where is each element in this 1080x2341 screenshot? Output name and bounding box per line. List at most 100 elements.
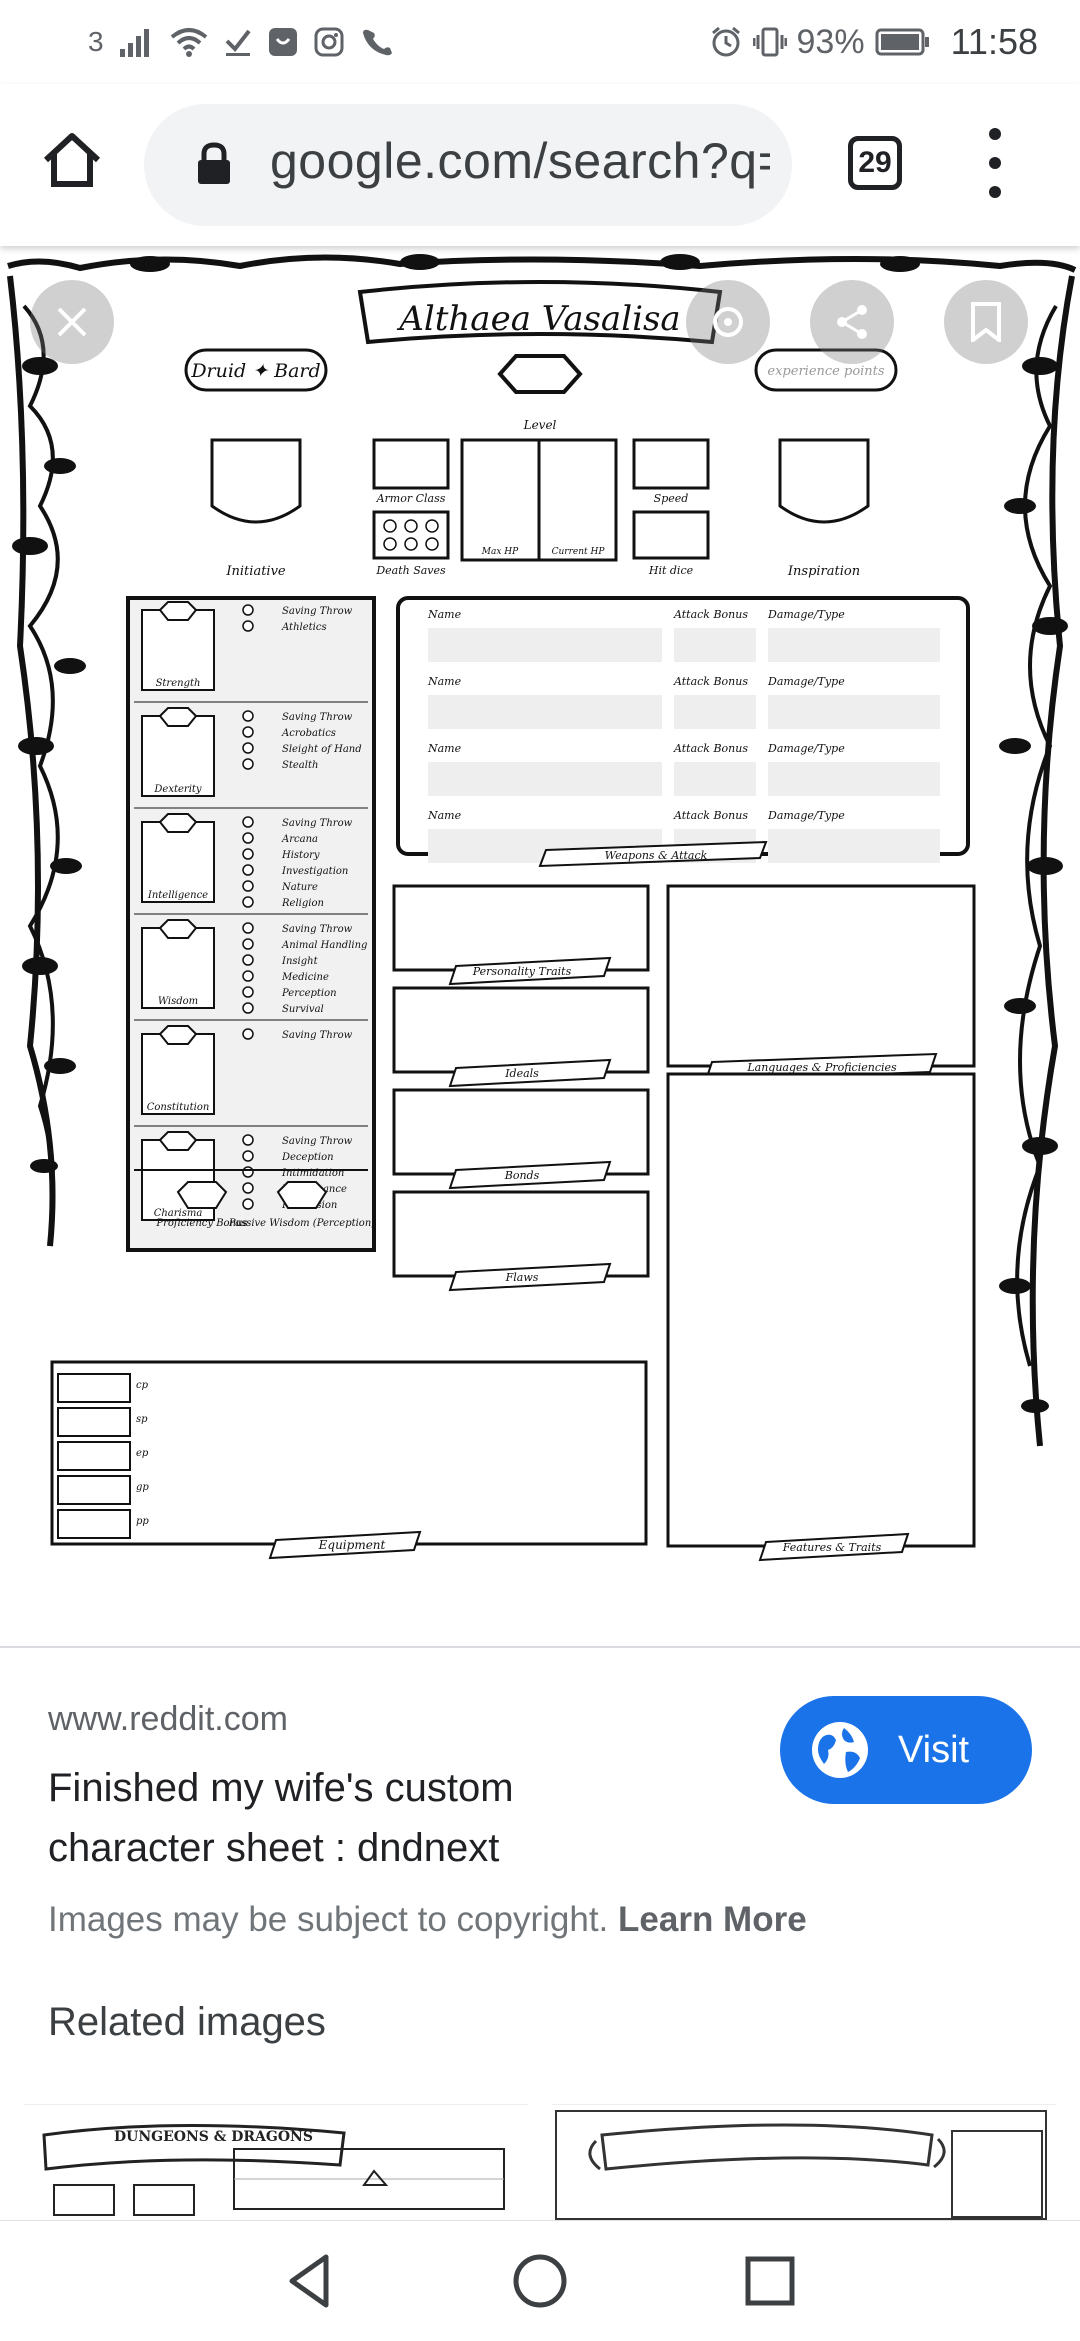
skill-name: Saving Throw bbox=[282, 1136, 353, 1147]
hit-dice-label: Hit dice bbox=[648, 564, 694, 577]
proficiency-circle bbox=[242, 880, 254, 892]
back-icon[interactable] bbox=[280, 2251, 340, 2311]
skill-name: Stealth bbox=[282, 760, 318, 771]
coin-box bbox=[57, 1407, 131, 1437]
weapon-name-header: Name bbox=[427, 608, 462, 621]
level-label: Level bbox=[523, 418, 557, 432]
lens-icon[interactable] bbox=[686, 280, 770, 364]
bonds-banner: Bonds bbox=[504, 1169, 540, 1182]
status-bar: 3 93% 11:58 bbox=[0, 0, 1080, 84]
personality-traits-banner: Personality Traits bbox=[472, 965, 572, 978]
close-icon[interactable] bbox=[30, 280, 114, 364]
recents-icon[interactable] bbox=[740, 2251, 800, 2311]
damage-type-field bbox=[768, 762, 940, 796]
ability-name: Wisdom bbox=[158, 996, 198, 1007]
proficiency-circle bbox=[242, 922, 254, 934]
image-preview[interactable]: Althaea Vasalisa Druid ✦ Bard experience… bbox=[0, 246, 1080, 1646]
related-image-thumbnail[interactable]: DUNGEONS & DRAGONS bbox=[24, 2104, 528, 2221]
address-bar[interactable]: google.com/search?q= bbox=[144, 104, 792, 226]
learn-more-link[interactable]: Learn More bbox=[618, 1900, 807, 1939]
proficiency-circle bbox=[242, 742, 254, 754]
character-sheet-image: Althaea Vasalisa Druid ✦ Bard experience… bbox=[0, 246, 1080, 1646]
copyright-text: Images may be subject to copyright. bbox=[48, 1900, 609, 1939]
skill-name: Sleight of Hand bbox=[282, 744, 362, 755]
browser-toolbar: google.com/search?q= 29 bbox=[0, 84, 1080, 246]
current-hp-label: Current HP bbox=[552, 547, 606, 557]
proficiency-circle bbox=[242, 1166, 254, 1178]
tab-switcher-button[interactable]: 29 bbox=[848, 136, 902, 190]
visit-label: Visit bbox=[898, 1728, 970, 1771]
related-image-thumbnail[interactable] bbox=[552, 2104, 1056, 2221]
ability-name: Strength bbox=[156, 678, 201, 689]
proficiency-circle bbox=[242, 986, 254, 998]
app-icon bbox=[268, 28, 297, 56]
coin-label: sp bbox=[136, 1414, 148, 1425]
character-name: Althaea Vasalisa bbox=[396, 299, 680, 339]
skill-name: Saving Throw bbox=[282, 606, 353, 617]
passive-wisdom-label: Passive Wisdom (Perception) bbox=[228, 1218, 375, 1229]
skill-name: Saving Throw bbox=[282, 1030, 353, 1041]
wifi-icon bbox=[170, 28, 207, 57]
attack-bonus-field bbox=[674, 695, 756, 729]
check-icon bbox=[225, 29, 251, 56]
skill-name: Perception bbox=[281, 988, 337, 999]
url-text: google.com/search?q= bbox=[270, 133, 770, 189]
home-nav-icon[interactable] bbox=[510, 2251, 570, 2311]
damage-type-field bbox=[768, 695, 940, 729]
features-banner: Features & Traits bbox=[782, 1541, 882, 1554]
attack-bonus-field bbox=[674, 762, 756, 796]
weapons-banner: Weapons & Attack bbox=[605, 849, 708, 862]
experience-points-label: experience points bbox=[767, 364, 884, 379]
more-options-icon[interactable] bbox=[980, 128, 1010, 198]
flaws-banner: Flaws bbox=[505, 1271, 539, 1284]
ideals-banner: Ideals bbox=[504, 1067, 539, 1080]
ability-name: Intelligence bbox=[147, 890, 208, 901]
damage-type-header: Damage/Type bbox=[767, 675, 845, 688]
share-icon[interactable] bbox=[810, 280, 894, 364]
globe-icon bbox=[812, 1722, 868, 1778]
skill-name: Survival bbox=[282, 1004, 324, 1015]
skill-name: Athletics bbox=[281, 622, 327, 633]
coin-label: cp bbox=[136, 1380, 149, 1391]
skill-name: Saving Throw bbox=[282, 924, 353, 935]
proficiency-circle bbox=[242, 620, 254, 632]
skill-name: Saving Throw bbox=[282, 712, 353, 723]
source-domain[interactable]: www.reddit.com bbox=[48, 1700, 288, 1739]
weapon-name-field bbox=[428, 628, 662, 662]
weapon-name-header: Name bbox=[427, 742, 462, 755]
attack-bonus-header: Attack Bonus bbox=[673, 809, 748, 822]
proficiency-circle bbox=[242, 970, 254, 982]
related-images-heading: Related images bbox=[48, 2000, 326, 2044]
copyright-notice: Images may be subject to copyright. Lear… bbox=[48, 1900, 807, 1940]
home-icon[interactable] bbox=[40, 128, 104, 192]
result-title[interactable]: Finished my wife's custom character shee… bbox=[48, 1758, 608, 1878]
proficiency-circle bbox=[242, 1198, 254, 1210]
coin-box bbox=[57, 1475, 131, 1505]
lock-icon bbox=[198, 142, 230, 184]
skill-name: Animal Handling bbox=[281, 940, 367, 951]
skill-name: Religion bbox=[281, 898, 324, 909]
proficiency-circle bbox=[242, 896, 254, 908]
skill-name: History bbox=[281, 850, 320, 861]
proficiency-circle bbox=[242, 1150, 254, 1162]
skill-name: Insight bbox=[281, 956, 319, 967]
proficiency-circle bbox=[242, 758, 254, 770]
coin-label: gp bbox=[136, 1482, 149, 1493]
coin-label: ep bbox=[136, 1448, 149, 1459]
attack-bonus-header: Attack Bonus bbox=[673, 608, 748, 621]
proficiency-circle bbox=[242, 726, 254, 738]
proficiency-circle bbox=[242, 816, 254, 828]
proficiency-circle bbox=[242, 938, 254, 950]
visit-button[interactable]: Visit bbox=[780, 1696, 1032, 1804]
languages-banner: Languages & Proficiencies bbox=[746, 1061, 897, 1074]
skill-name: Medicine bbox=[281, 972, 329, 983]
skill-name: Arcana bbox=[281, 834, 318, 845]
weapon-name-field bbox=[428, 695, 662, 729]
proficiency-circle bbox=[242, 604, 254, 616]
proficiency-circle bbox=[242, 1182, 254, 1194]
initiative-label: Initiative bbox=[225, 564, 286, 579]
speed-label: Speed bbox=[654, 492, 689, 505]
skill-name: Saving Throw bbox=[282, 818, 353, 829]
proficiency-circle bbox=[242, 1002, 254, 1014]
bookmark-icon[interactable] bbox=[944, 280, 1028, 364]
